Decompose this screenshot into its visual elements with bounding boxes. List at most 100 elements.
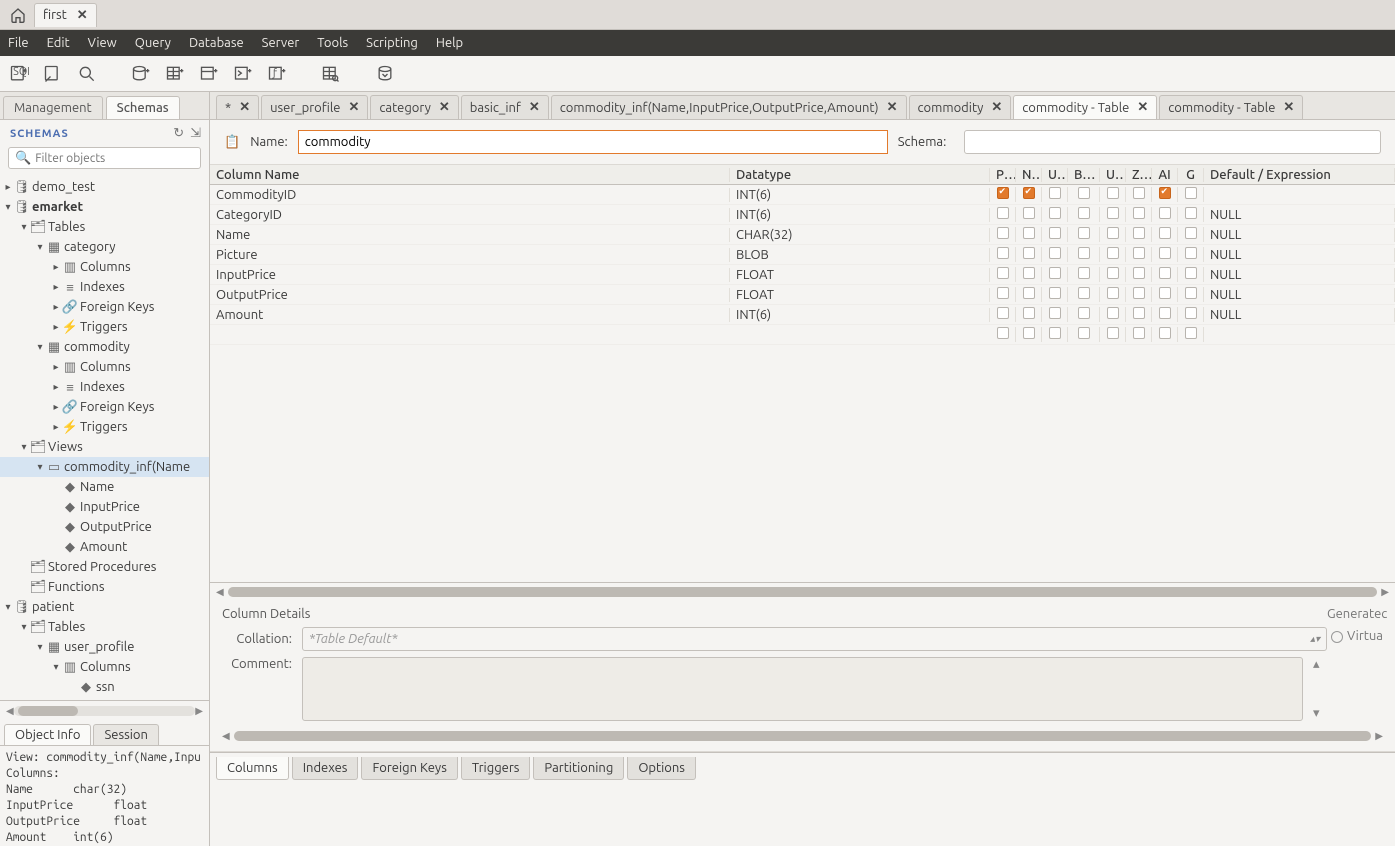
- checkbox[interactable]: [1159, 187, 1171, 199]
- search-table-data-icon[interactable]: [320, 63, 342, 85]
- column-name-cell[interactable]: CategoryID: [210, 208, 730, 222]
- tree-columns[interactable]: ▸▥Columns: [0, 357, 209, 377]
- checkbox[interactable]: [1185, 247, 1197, 259]
- col-default-header[interactable]: Default / Expression: [1204, 168, 1395, 182]
- chevron-down-icon[interactable]: ▾: [1313, 706, 1327, 721]
- virtual-radio[interactable]: [1331, 631, 1343, 643]
- chevron-up-icon[interactable]: ▴: [1313, 657, 1327, 672]
- column-type-cell[interactable]: INT(6): [730, 188, 990, 202]
- column-name-cell[interactable]: Amount: [210, 308, 730, 322]
- sidebar-tab-schemas[interactable]: Schemas: [106, 96, 180, 119]
- checkbox[interactable]: [1023, 247, 1035, 259]
- close-icon[interactable]: ✕: [529, 100, 540, 115]
- create-view-icon[interactable]: [198, 63, 220, 85]
- tree-tables[interactable]: ▾🗂Tables: [0, 217, 209, 237]
- column-row[interactable]: NameCHAR(32)NULL: [210, 225, 1395, 245]
- tab-options[interactable]: Options: [627, 757, 696, 780]
- menu-view[interactable]: View: [88, 36, 117, 50]
- col-datatype-header[interactable]: Datatype: [730, 168, 990, 182]
- sidebar-h-scrollbar[interactable]: ◀ ▶: [0, 700, 209, 720]
- checkbox[interactable]: [1049, 267, 1061, 279]
- tree-triggers[interactable]: ▸⚡Triggers: [0, 417, 209, 437]
- col-uq-header[interactable]: UQ: [1042, 168, 1068, 182]
- tree-indexes[interactable]: ▸≡Indexes: [0, 277, 209, 297]
- checkbox[interactable]: [997, 307, 1009, 319]
- checkbox[interactable]: [1185, 227, 1197, 239]
- checkbox[interactable]: [1185, 267, 1197, 279]
- document-tab[interactable]: user_profile✕: [261, 95, 368, 119]
- menu-tools[interactable]: Tools: [317, 36, 348, 50]
- column-default-cell[interactable]: NULL: [1204, 208, 1395, 222]
- checkbox[interactable]: [997, 287, 1009, 299]
- checkbox[interactable]: [1107, 227, 1119, 239]
- column-type-cell[interactable]: CHAR(32): [730, 228, 990, 242]
- checkbox[interactable]: [1159, 287, 1171, 299]
- close-icon[interactable]: ✕: [991, 100, 1002, 115]
- menu-scripting[interactable]: Scripting: [366, 36, 418, 50]
- col-ai-header[interactable]: AI: [1152, 168, 1178, 182]
- tree-db-demo-test[interactable]: ▸🛢demo_test: [0, 177, 209, 197]
- checkbox[interactable]: [1049, 187, 1061, 199]
- tree-columns[interactable]: ▸▥Columns: [0, 257, 209, 277]
- checkbox[interactable]: [997, 187, 1009, 199]
- column-row[interactable]: PictureBLOBNULL: [210, 245, 1395, 265]
- checkbox[interactable]: [1023, 187, 1035, 199]
- menu-help[interactable]: Help: [436, 36, 463, 50]
- checkbox[interactable]: [1078, 267, 1090, 279]
- create-function-icon[interactable]: ƒ: [266, 63, 288, 85]
- tab-session[interactable]: Session: [93, 724, 158, 745]
- tree-view-col[interactable]: ◆InputPrice: [0, 497, 209, 517]
- tree-triggers[interactable]: ▸⚡Triggers: [0, 317, 209, 337]
- filter-objects-input[interactable]: [35, 152, 194, 165]
- home-icon[interactable]: [6, 4, 30, 26]
- column-type-cell[interactable]: BLOB: [730, 248, 990, 262]
- column-type-cell[interactable]: FLOAT: [730, 268, 990, 282]
- column-name-cell[interactable]: Name: [210, 228, 730, 242]
- tab-partitioning[interactable]: Partitioning: [533, 757, 624, 780]
- checkbox[interactable]: [1049, 287, 1061, 299]
- create-procedure-icon[interactable]: [232, 63, 254, 85]
- reconnect-icon[interactable]: [374, 63, 396, 85]
- col-nn-header[interactable]: NN: [1016, 168, 1042, 182]
- tree-fks[interactable]: ▸🔗Foreign Keys: [0, 297, 209, 317]
- open-sql-icon[interactable]: [42, 63, 64, 85]
- close-icon[interactable]: ✕: [348, 100, 359, 115]
- document-tab[interactable]: *✕: [216, 95, 259, 119]
- checkbox[interactable]: [1185, 287, 1197, 299]
- tree-db-emarket[interactable]: ▾🛢emarket: [0, 197, 209, 217]
- tree-db-patient[interactable]: ▾🛢patient: [0, 597, 209, 617]
- column-row[interactable]: InputPriceFLOATNULL: [210, 265, 1395, 285]
- close-icon[interactable]: ✕: [239, 100, 250, 115]
- menu-query[interactable]: Query: [135, 36, 171, 50]
- checkbox[interactable]: [1107, 267, 1119, 279]
- expand-icon[interactable]: ⇲: [190, 126, 201, 141]
- tree-view-commodity-inf[interactable]: ▾▭commodity_inf(Name: [0, 457, 209, 477]
- menu-database[interactable]: Database: [189, 36, 244, 50]
- checkbox[interactable]: [1133, 287, 1145, 299]
- tree-functions[interactable]: 🗂Functions: [0, 577, 209, 597]
- column-row[interactable]: AmountINT(6)NULL: [210, 305, 1395, 325]
- checkbox[interactable]: [1023, 267, 1035, 279]
- inspector-icon[interactable]: [76, 63, 98, 85]
- checkbox[interactable]: [1159, 207, 1171, 219]
- col-name-header[interactable]: Column Name: [210, 168, 730, 182]
- tree-tables[interactable]: ▾🗂Tables: [0, 617, 209, 637]
- tree-table-commodity[interactable]: ▾▦commodity: [0, 337, 209, 357]
- checkbox[interactable]: [1078, 287, 1090, 299]
- checkbox[interactable]: [1107, 287, 1119, 299]
- column-default-cell[interactable]: NULL: [1204, 288, 1395, 302]
- checkbox[interactable]: [1049, 207, 1061, 219]
- tree-view-col[interactable]: ◆OutputPrice: [0, 517, 209, 537]
- new-sql-tab-icon[interactable]: SQL: [8, 63, 30, 85]
- checkbox[interactable]: [1078, 227, 1090, 239]
- col-zf-header[interactable]: ZF: [1126, 168, 1152, 182]
- document-tab[interactable]: basic_inf✕: [461, 95, 549, 119]
- column-default-cell[interactable]: NULL: [1204, 308, 1395, 322]
- checkbox[interactable]: [1078, 187, 1090, 199]
- close-icon[interactable]: ✕: [887, 100, 898, 115]
- checkbox[interactable]: [1107, 187, 1119, 199]
- column-default-cell[interactable]: NULL: [1204, 268, 1395, 282]
- document-tab[interactable]: commodity✕: [909, 95, 1012, 119]
- tree-columns[interactable]: ▾▥Columns: [0, 657, 209, 677]
- column-name-cell[interactable]: CommodityID: [210, 188, 730, 202]
